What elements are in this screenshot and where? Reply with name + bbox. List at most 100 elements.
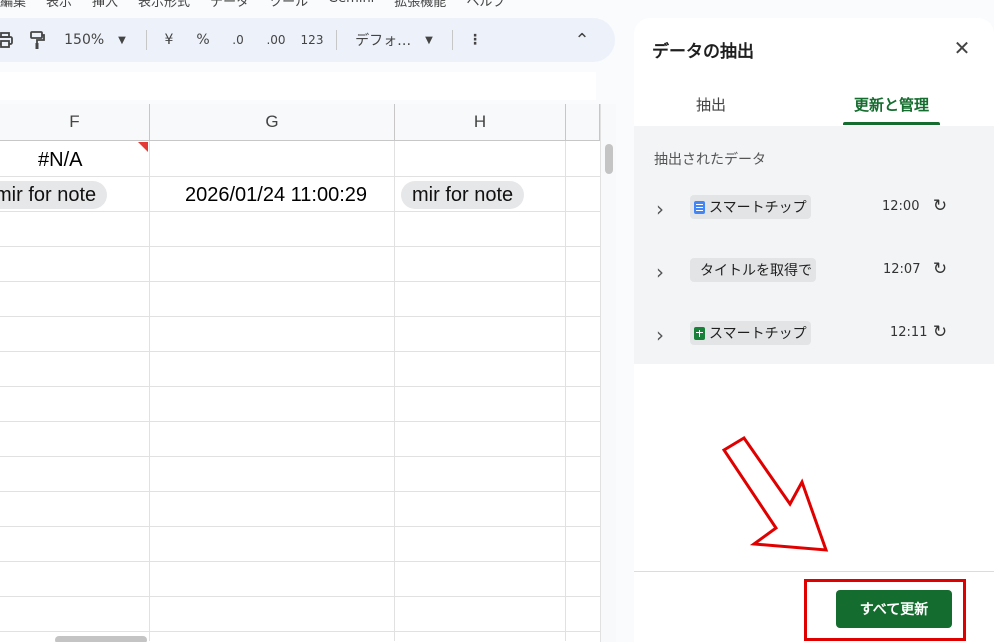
error-flag-icon[interactable] (138, 142, 148, 152)
active-tab-indicator (843, 122, 940, 125)
extracted-item[interactable]: › スマートチップ 12:00 ↻ (634, 193, 994, 233)
print-icon[interactable] (0, 18, 16, 62)
menu-extensions[interactable]: 拡張機能 (394, 0, 446, 10)
percent-button[interactable]: % (192, 18, 214, 62)
item-label: タイトルを取得で (700, 263, 812, 279)
annotation-highlight-box (804, 579, 966, 641)
grid-line (0, 631, 600, 632)
menu-view[interactable]: 表示 (46, 0, 72, 10)
grid-line (0, 281, 600, 282)
panel-divider (634, 571, 994, 572)
grid-line (565, 141, 566, 641)
chevron-right-icon[interactable]: › (656, 325, 676, 345)
grid-line (0, 246, 600, 247)
column-f-label: F (69, 112, 80, 131)
currency-button[interactable]: ¥ (158, 18, 180, 62)
menu-tools[interactable]: ツール (269, 0, 308, 10)
annotation-arrow-icon (721, 435, 829, 552)
item-chip[interactable]: スマートチップ (690, 321, 811, 345)
item-chip[interactable]: タイトルを取得で (690, 258, 816, 282)
grid-line (0, 386, 600, 387)
menu-bar: 編集 表示 挿入 表示形式 データ ツール Gemini 拡張機能 ヘルプ (0, 0, 505, 10)
font-select[interactable]: デフォ… ▼ (348, 18, 440, 62)
item-time: 12:00 (882, 199, 920, 214)
scrollbar-thumb[interactable] (605, 144, 613, 174)
grid-line (0, 596, 600, 597)
grid-line (0, 456, 600, 457)
toolbar: 150% ▼ ¥ % .0 .00 123 デフォ… ▼ ⋮ ⌃ (0, 18, 615, 62)
menu-help[interactable]: ヘルプ (466, 0, 505, 10)
column-header-h[interactable]: H (395, 104, 566, 141)
column-h-label: H (473, 112, 487, 131)
close-icon[interactable]: ✕ (952, 38, 972, 58)
tab-extract[interactable]: 抽出 (674, 90, 748, 126)
number-format-button[interactable]: 123 (298, 18, 326, 62)
horizontal-scrollbar-thumb[interactable] (55, 636, 147, 642)
menu-format[interactable]: 表示形式 (138, 0, 190, 10)
chevron-down-icon: ▼ (118, 34, 126, 46)
extracted-item[interactable]: › スマートチップ 12:11 ↻ (634, 319, 994, 359)
menu-gemini[interactable]: Gemini (328, 0, 374, 9)
sheet-grid[interactable]: F G H #N/A mir for note 2026/01/24 11:00… (0, 104, 600, 642)
grid-line (0, 176, 600, 177)
decrease-decimal-label: .0 (232, 33, 244, 47)
increase-decimal-button[interactable]: .00 (262, 18, 290, 62)
item-chip[interactable]: スマートチップ (690, 195, 811, 219)
decrease-decimal-button[interactable]: .0 (226, 18, 250, 62)
zoom-value: 150% (64, 32, 105, 48)
vertical-scrollbar[interactable] (600, 104, 616, 642)
column-header-g[interactable]: G (150, 104, 395, 141)
more-label: ⋮ (468, 32, 482, 48)
cell-h2-smart-chip[interactable]: mir for note (401, 181, 525, 209)
number-format-label: 123 (300, 33, 324, 47)
column-g-label: G (265, 112, 279, 131)
formula-bar[interactable] (0, 72, 596, 100)
percent-label: % (196, 32, 210, 48)
grid-line (0, 316, 600, 317)
menu-data[interactable]: データ (210, 0, 249, 10)
extracted-item[interactable]: › タイトルを取得で 12:07 ↻ (634, 256, 994, 296)
cell-f1[interactable]: #N/A (38, 149, 82, 172)
spreadsheet-window: 編集 表示 挿入 表示形式 データ ツール Gemini 拡張機能 ヘルプ 15… (0, 0, 994, 642)
cell-g2[interactable]: 2026/01/24 11:00:29 (185, 184, 367, 207)
column-header-i[interactable] (566, 104, 600, 141)
chevron-right-icon[interactable]: › (656, 262, 676, 282)
refresh-icon[interactable]: ↻ (930, 259, 950, 279)
collapse-toolbar-icon[interactable]: ⌃ (570, 18, 594, 62)
grid-line (394, 141, 395, 641)
section-label: 抽出されたデータ (654, 152, 766, 168)
item-time: 12:11 (890, 325, 928, 340)
toolbar-divider (146, 30, 147, 50)
currency-label: ¥ (164, 32, 174, 48)
grid-line (0, 211, 600, 212)
increase-decimal-label: .00 (266, 33, 286, 47)
refresh-icon[interactable]: ↻ (930, 196, 950, 216)
grid-line (0, 491, 600, 492)
sheets-icon (694, 326, 705, 340)
toolbar-divider (452, 30, 453, 50)
cell-f2-smart-chip[interactable]: mir for note (0, 181, 108, 209)
item-label: スマートチップ (709, 200, 807, 216)
grid-line (0, 351, 600, 352)
tab-update-manage[interactable]: 更新と管理 (843, 90, 940, 126)
column-header-f[interactable]: F (0, 104, 150, 141)
panel-title: データの抽出 (652, 42, 754, 62)
item-label: スマートチップ (709, 326, 807, 342)
more-icon[interactable]: ⋮ (464, 18, 486, 62)
chevron-down-icon: ▼ (425, 34, 433, 46)
grid-line (149, 141, 150, 641)
chevron-right-icon[interactable]: › (656, 199, 676, 219)
grid-line (0, 421, 600, 422)
item-time: 12:07 (883, 262, 921, 277)
paint-format-icon[interactable] (26, 18, 48, 62)
menu-edit[interactable]: 編集 (0, 0, 26, 10)
zoom-select[interactable]: 150% ▼ (62, 18, 128, 62)
grid-line (0, 561, 600, 562)
collapse-label: ⌃ (574, 29, 590, 51)
font-value: デフォ… (355, 33, 412, 49)
docs-icon (694, 200, 705, 214)
refresh-icon[interactable]: ↻ (930, 322, 950, 342)
toolbar-divider (336, 30, 337, 50)
grid-line (0, 526, 600, 527)
menu-insert[interactable]: 挿入 (92, 0, 118, 10)
